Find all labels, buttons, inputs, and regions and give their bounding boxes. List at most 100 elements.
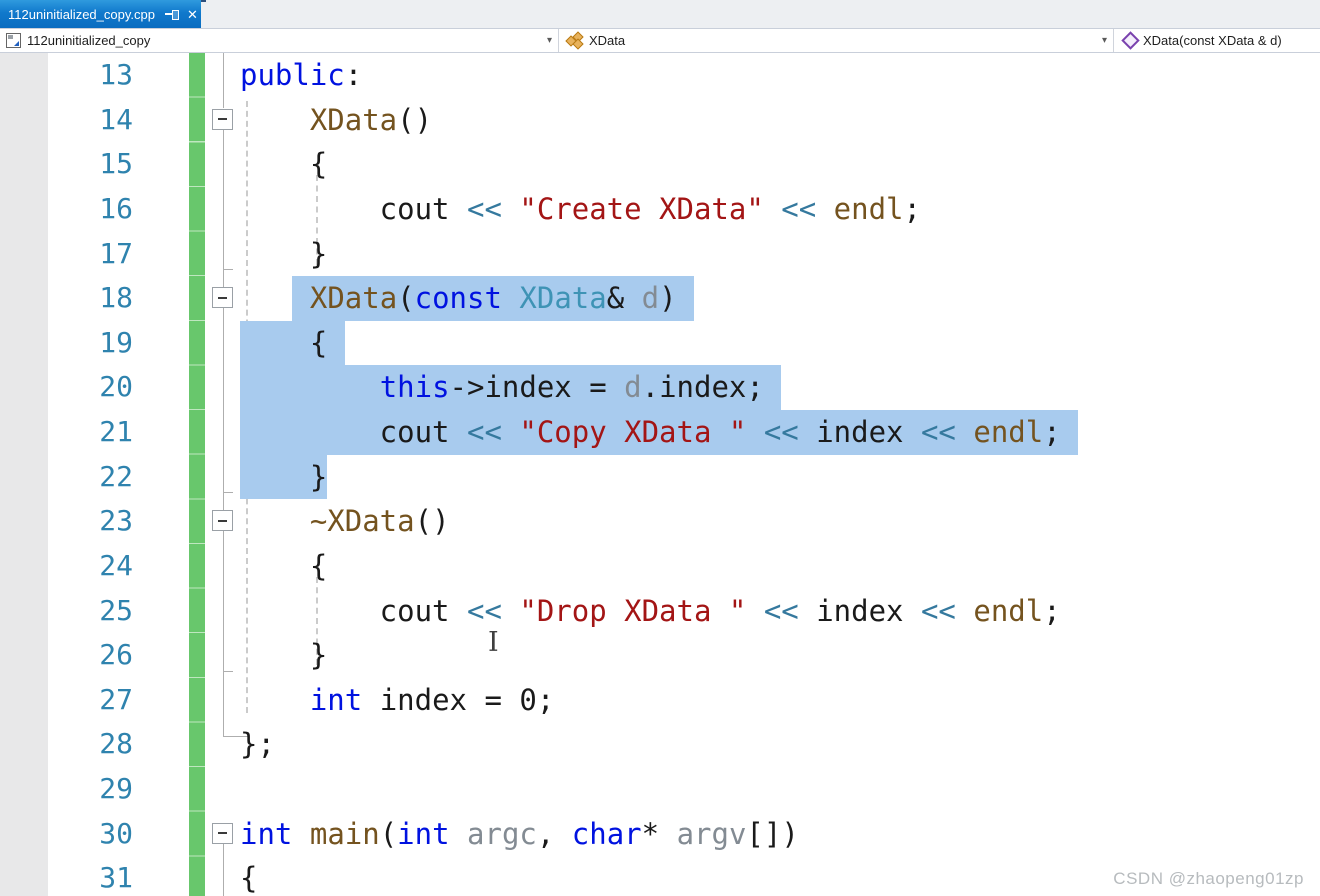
code-text[interactable]: cout << "Copy XData " << index << endl;	[240, 410, 1320, 455]
collapse-toggle-icon[interactable]	[212, 822, 233, 844]
selected-code-segment: (	[397, 276, 415, 321]
code-line[interactable]: 22 }	[0, 454, 1320, 500]
code-text[interactable]: int index = 0;	[240, 678, 1320, 723]
collapse-toggle-icon[interactable]	[212, 510, 233, 532]
code-line[interactable]: 28};	[0, 722, 1320, 767]
line-number[interactable]: 18	[0, 276, 140, 321]
code-text[interactable]: cout << "Create XData" << endl;	[240, 187, 1320, 232]
code-segment: <<	[781, 191, 817, 226]
collapse-toggle-icon[interactable]	[212, 287, 233, 309]
fold-margin	[140, 276, 240, 321]
code-text[interactable]: }	[240, 454, 1320, 500]
cpp-project-item-icon	[6, 33, 21, 48]
line-number[interactable]: 19	[0, 321, 140, 366]
selected-code-segment: d	[641, 276, 660, 321]
code-segment: {	[240, 548, 328, 583]
code-segment: ~XData	[309, 504, 415, 539]
code-text[interactable]: };	[240, 722, 1320, 767]
code-text[interactable]: {	[240, 320, 1320, 366]
line-number[interactable]: 25	[0, 589, 140, 634]
selected-code-segment: endl	[973, 410, 1044, 455]
code-line[interactable]: 19 {	[0, 320, 1320, 366]
fold-margin	[140, 633, 240, 678]
code-line[interactable]: 21 cout << "Copy XData " << index << end…	[0, 410, 1320, 455]
line-number[interactable]: 14	[0, 98, 140, 143]
line-number[interactable]: 17	[0, 232, 140, 277]
code-text[interactable]: }	[240, 633, 1320, 678]
code-segment: public	[240, 58, 345, 92]
selected-code-segment: ->index =	[449, 365, 625, 410]
code-line[interactable]: 25 cout << "Drop XData " << index << end…	[0, 589, 1320, 634]
code-text[interactable]: {	[240, 544, 1320, 589]
code-line[interactable]: 18 XData(const XData& d)	[0, 276, 1320, 321]
type-dropdown[interactable]: XData ▾	[559, 29, 1114, 52]
pin-icon[interactable]	[164, 8, 179, 20]
code-text[interactable]: {	[240, 142, 1320, 187]
line-number[interactable]: 21	[0, 410, 140, 455]
line-number[interactable]: 30	[0, 812, 140, 857]
line-number[interactable]: 31	[0, 856, 140, 896]
code-segment: ;	[1043, 593, 1061, 628]
code-line[interactable]: 14 XData()	[0, 98, 1320, 143]
code-segment: cout	[240, 191, 467, 226]
code-line[interactable]: 23 ~XData()	[0, 499, 1320, 544]
line-number[interactable]: 29	[0, 767, 140, 812]
code-line[interactable]: 26 }	[0, 633, 1320, 678]
code-line[interactable]: 27 int index = 0;	[0, 678, 1320, 723]
line-number[interactable]: 26	[0, 633, 140, 678]
code-segment: endl	[833, 191, 904, 226]
code-text[interactable]: cout << "Drop XData " << index << endl;	[240, 589, 1320, 634]
code-text[interactable]: int main(int argc, char* argv[])	[240, 812, 1320, 857]
line-number[interactable]: 22	[0, 455, 140, 500]
line-number[interactable]: 23	[0, 499, 140, 544]
code-line[interactable]: 20 this->index = d.index;	[0, 365, 1320, 410]
code-line[interactable]: 30 int main(int argc, char* argv[])	[0, 812, 1320, 857]
selected-code-segment: "Copy XData "	[519, 410, 747, 455]
code-line[interactable]: 24 {	[0, 544, 1320, 589]
line-number[interactable]: 16	[0, 187, 140, 232]
line-number[interactable]: 15	[0, 142, 140, 187]
tab-112uninitialized-copy[interactable]: 112uninitialized_copy.cpp ✕	[0, 0, 201, 28]
code-line[interactable]: 16 cout << "Create XData" << endl;	[0, 187, 1320, 232]
fold-margin	[140, 722, 240, 767]
code-text[interactable]: public:	[240, 53, 1320, 98]
navigation-bar: 112uninitialized_copy ▾ XData ▾ XData(co…	[0, 28, 1320, 53]
code-text[interactable]	[240, 767, 1320, 812]
line-number[interactable]: 13	[0, 53, 140, 98]
collapse-toggle-icon[interactable]	[212, 108, 233, 130]
selected-code-segment: <<	[466, 410, 502, 455]
code-text[interactable]: }	[240, 232, 1320, 277]
line-number[interactable]: 28	[0, 722, 140, 767]
code-line[interactable]: 17 }	[0, 232, 1320, 277]
code-segment: }	[240, 638, 328, 673]
selected-code-segment: index	[798, 410, 921, 455]
selected-code-segment: <<	[920, 410, 956, 455]
code-text[interactable]: XData()	[240, 98, 1320, 143]
code-editor[interactable]: 13 public: 14 XData() 15 {16 cout << "Creat…	[0, 53, 1320, 896]
code-segment: ()	[414, 504, 450, 539]
code-line[interactable]: 13 public:	[0, 53, 1320, 98]
selected-code-segment: &	[606, 276, 642, 321]
code-segment: <<	[763, 593, 799, 628]
code-segment: {	[240, 861, 258, 896]
code-text[interactable]: XData(const XData& d)	[240, 276, 1320, 321]
fold-margin	[140, 812, 240, 857]
line-number[interactable]: 27	[0, 678, 140, 723]
code-text[interactable]: this->index = d.index;	[240, 365, 1320, 410]
code-segment: index	[798, 593, 921, 628]
line-number[interactable]: 24	[0, 544, 140, 589]
code-segment: "Create XData"	[519, 191, 764, 226]
code-text[interactable]: ~XData()	[240, 499, 1320, 544]
member-dropdown[interactable]: XData(const XData & d)	[1114, 29, 1320, 52]
close-icon[interactable]: ✕	[187, 8, 198, 21]
code-line[interactable]: 15 {	[0, 142, 1320, 187]
project-scope-dropdown[interactable]: 112uninitialized_copy ▾	[0, 29, 559, 52]
line-number[interactable]: 20	[0, 365, 140, 410]
method-icon	[1121, 31, 1140, 50]
selected-code-segment: XData	[309, 276, 398, 321]
code-line[interactable]: 29	[0, 767, 1320, 812]
chevron-down-icon[interactable]: ▾	[1102, 35, 1107, 46]
chevron-down-icon[interactable]: ▾	[547, 35, 552, 46]
